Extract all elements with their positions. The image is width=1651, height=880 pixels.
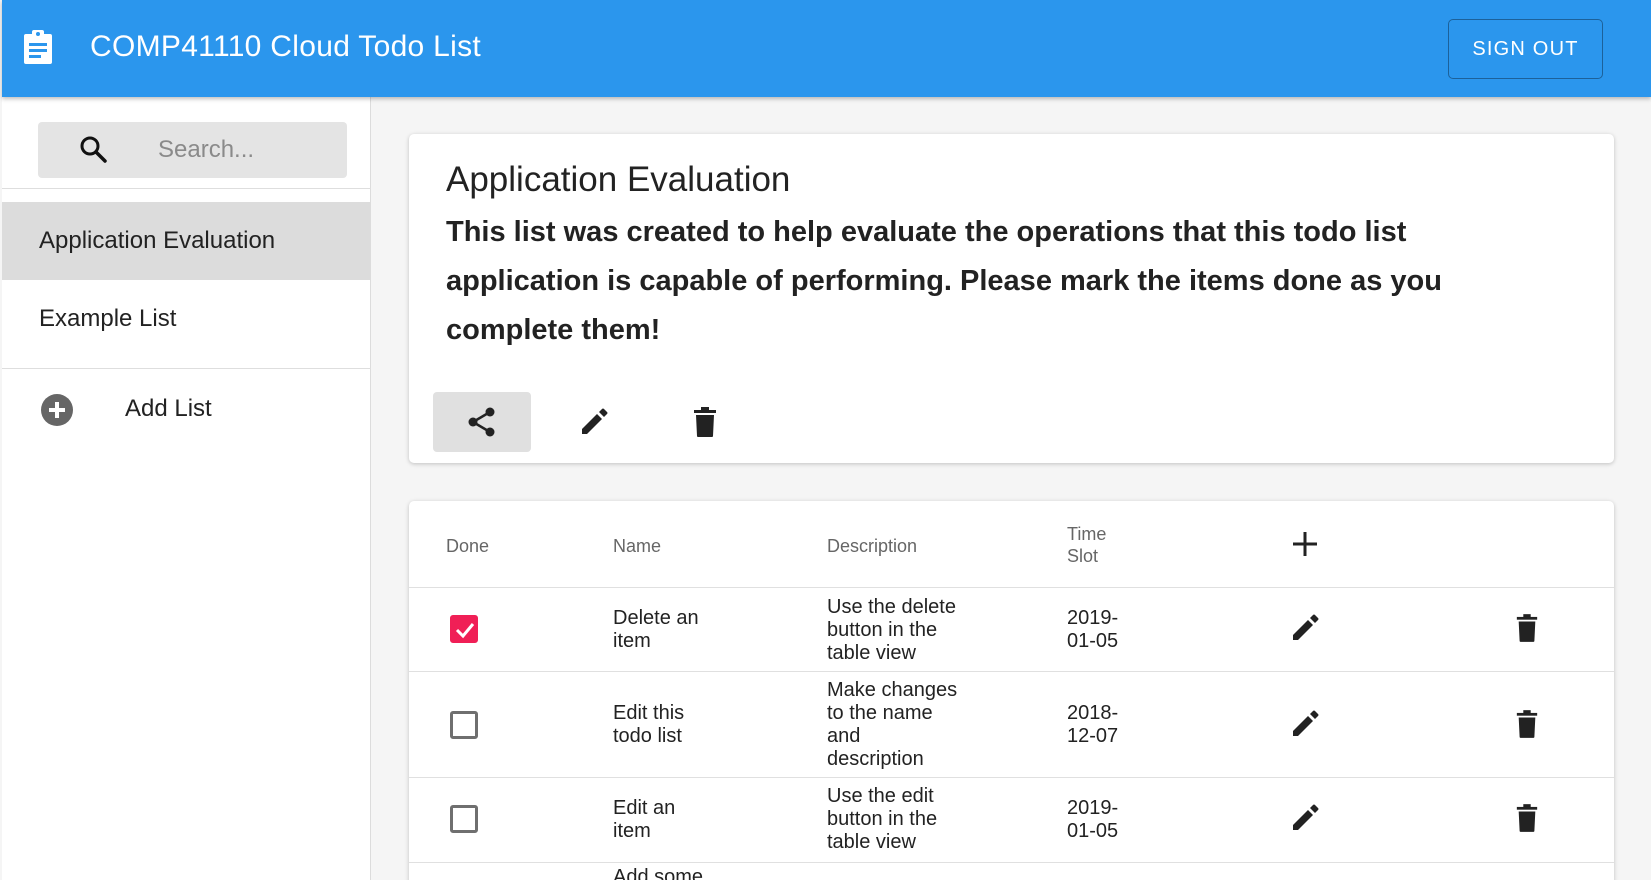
done-checkbox[interactable] [450,805,478,833]
delete-list-button[interactable] [656,392,754,452]
delete-item-button[interactable] [1507,704,1547,744]
item-name-line1: Delete an [613,607,699,629]
column-header-done[interactable]: Done [446,535,489,557]
todo-table: Done Name Description Time Slot Delete a… [409,501,1614,880]
clipboard-icon [24,30,52,64]
delete-icon [694,407,716,437]
row-divider [409,862,1614,863]
search-icon [80,136,107,163]
app-title: COMP41110 Cloud Todo List [90,30,482,63]
column-header-time-slot-line1[interactable]: Time [1067,523,1106,545]
column-header-description[interactable]: Description [827,535,917,557]
row-divider [409,671,1614,672]
add-item-button[interactable] [1285,524,1325,564]
list-name: Application Evaluation [446,160,791,199]
divider [2,188,371,189]
done-checkbox[interactable] [450,711,478,739]
item-description-line: table view [827,831,916,853]
search-box[interactable] [38,122,347,178]
item-time-line1: 2019- [1067,797,1119,819]
item-description-line: Make changes [827,679,958,701]
item-time-line2: 01-05 [1067,820,1119,842]
list-description: This list was created to help evaluate t… [446,216,1442,346]
share-button[interactable] [433,392,531,452]
item-name-line2: item [613,820,651,842]
item-description-line: Use the delete [827,596,956,618]
item-description-line: to the name [827,702,933,724]
row-divider [409,587,1614,588]
delete-icon [1516,804,1538,832]
sidebar-item-application-evaluation[interactable]: Application Evaluation [2,202,370,280]
item-description-line: button in the [827,808,938,830]
row-divider [409,777,1614,778]
item-description-line: table view [827,642,916,664]
app-bar: COMP41110 Cloud Todo List SIGN OUT [2,0,1651,97]
delete-item-button[interactable] [1507,798,1547,838]
item-name-line1: Edit an [613,797,676,819]
edit-item-button[interactable] [1285,798,1325,838]
delete-icon [1516,614,1538,642]
share-icon [468,407,495,437]
item-time-line1: 2018- [1067,702,1119,724]
edit-item-button[interactable] [1285,704,1325,744]
add-list-label: Add List [125,395,212,422]
divider [2,368,371,369]
check-icon [455,623,475,639]
edit-icon [1293,614,1319,640]
item-name-line1: Add some [613,866,704,880]
sign-out-button[interactable]: SIGN OUT [1448,19,1603,79]
edit-icon [1293,804,1319,830]
sidebar: Application Evaluation Example List Add … [2,97,371,880]
column-header-time-slot-line2[interactable]: Slot [1067,545,1098,567]
list-info-card: Application Evaluation This list was cre… [409,134,1614,463]
add-list-button[interactable]: Add List [2,379,370,439]
search-input[interactable] [158,130,328,170]
edit-list-button[interactable] [545,392,643,452]
done-checkbox[interactable] [450,615,478,643]
plus-icon [1293,532,1317,556]
edit-item-button[interactable] [1285,608,1325,648]
delete-icon [1516,710,1538,738]
edit-icon [1293,710,1319,736]
item-time-line2: 12-07 [1067,725,1119,747]
item-description-line: description [827,748,924,770]
item-description-line: button in the [827,619,938,641]
item-description-line: Use the edit [827,785,934,807]
item-name-line1: Edit this [613,702,685,724]
column-header-name[interactable]: Name [613,535,661,557]
item-name-line2: todo list [613,725,682,747]
item-description-line: and [827,725,861,747]
sidebar-item-example-list[interactable]: Example List [2,280,370,358]
item-time-line2: 01-05 [1067,630,1119,652]
item-name-line2: item [613,630,651,652]
delete-item-button[interactable] [1507,608,1547,648]
item-time-line1: 2019- [1067,607,1119,629]
add-circle-icon [41,394,73,426]
edit-icon [582,408,608,434]
